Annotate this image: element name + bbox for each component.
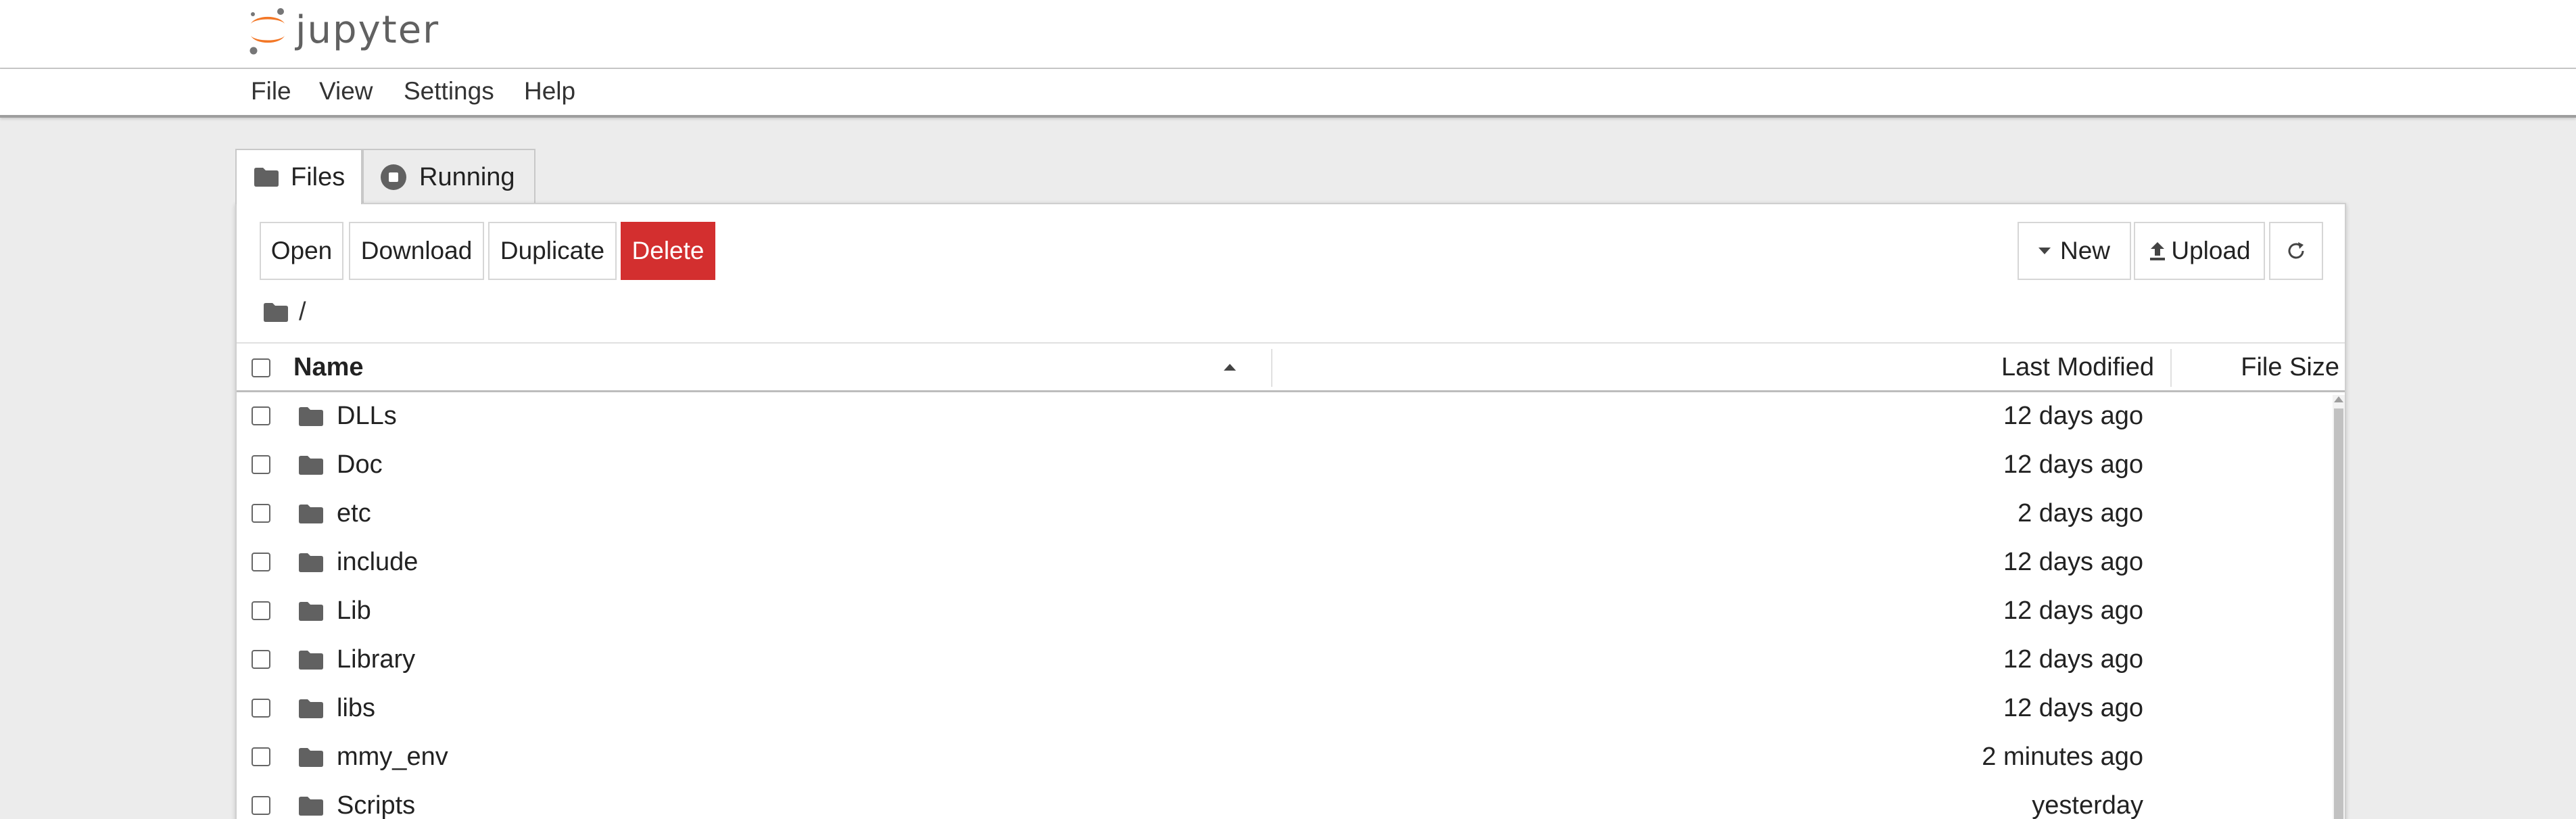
menu-help[interactable]: Help xyxy=(524,77,575,106)
menu-file[interactable]: File xyxy=(251,77,291,106)
column-modified-header[interactable]: Last Modified xyxy=(2001,353,2154,382)
column-divider[interactable] xyxy=(1271,349,1272,387)
table-row[interactable]: etc 2 days ago xyxy=(237,490,2333,538)
breadcrumb-path[interactable]: / xyxy=(299,298,306,327)
file-name[interactable]: DLLs xyxy=(337,402,397,431)
refresh-icon xyxy=(2285,240,2307,262)
refresh-button[interactable] xyxy=(2269,222,2323,280)
top-header: jupyter xyxy=(0,0,2576,69)
folder-icon xyxy=(299,407,323,429)
tab-files-label: Files xyxy=(291,162,345,191)
last-modified: 12 days ago xyxy=(2003,596,2143,625)
folder-icon xyxy=(299,797,323,819)
file-browser-panel: Open Download Duplicate Delete New Uploa… xyxy=(235,203,2346,819)
upload-button[interactable]: Upload xyxy=(2134,222,2265,280)
folder-icon xyxy=(299,456,323,478)
row-checkbox[interactable] xyxy=(252,455,270,474)
running-icon xyxy=(380,164,407,191)
file-name[interactable]: Lib xyxy=(337,596,371,626)
last-modified: 2 minutes ago xyxy=(1982,743,2143,771)
tab-running[interactable]: Running xyxy=(362,149,535,204)
table-row[interactable]: Scripts yesterday xyxy=(237,782,2333,819)
folder-icon xyxy=(299,651,323,673)
file-name[interactable]: libs xyxy=(337,694,375,723)
select-all-checkbox[interactable] xyxy=(252,358,270,377)
folder-icon xyxy=(299,505,323,527)
last-modified: 2 days ago xyxy=(2018,499,2143,528)
row-checkbox[interactable] xyxy=(252,650,270,669)
jupyter-logo[interactable]: jupyter xyxy=(247,3,439,57)
table-row[interactable]: Library 12 days ago xyxy=(237,636,2333,684)
row-checkbox[interactable] xyxy=(252,504,270,523)
jupyter-logo-text: jupyter xyxy=(295,7,440,52)
table-row[interactable]: Lib 12 days ago xyxy=(237,587,2333,636)
jupyter-logo-icon xyxy=(247,3,289,56)
breadcrumb[interactable]: / xyxy=(264,298,306,327)
scroll-up-icon[interactable] xyxy=(2334,396,2343,402)
column-divider[interactable] xyxy=(2170,349,2172,387)
delete-button[interactable]: Delete xyxy=(621,222,715,280)
duplicate-button[interactable]: Duplicate xyxy=(488,222,617,280)
row-checkbox[interactable] xyxy=(252,553,270,571)
folder-icon xyxy=(299,602,323,624)
menu-settings[interactable]: Settings xyxy=(404,77,494,106)
upload-icon xyxy=(2148,241,2167,261)
open-button[interactable]: Open xyxy=(260,222,343,280)
new-button[interactable]: New xyxy=(2018,222,2131,280)
file-name[interactable]: Scripts xyxy=(337,791,415,819)
last-modified: 12 days ago xyxy=(2003,402,2143,430)
last-modified: yesterday xyxy=(2032,791,2143,819)
last-modified: 12 days ago xyxy=(2003,694,2143,722)
row-checkbox[interactable] xyxy=(252,601,270,620)
last-modified: 12 days ago xyxy=(2003,645,2143,674)
scrollbar-thumb[interactable] xyxy=(2334,408,2343,819)
row-checkbox[interactable] xyxy=(252,796,270,815)
file-name[interactable]: Doc xyxy=(337,450,383,479)
menu-view[interactable]: View xyxy=(319,77,373,106)
caret-down-icon xyxy=(2038,248,2051,254)
row-checkbox[interactable] xyxy=(252,747,270,766)
last-modified: 12 days ago xyxy=(2003,450,2143,479)
download-button[interactable]: Download xyxy=(349,222,484,280)
file-name[interactable]: Library xyxy=(337,645,415,674)
table-row[interactable]: libs 12 days ago xyxy=(237,684,2333,733)
sort-ascending-icon xyxy=(1224,364,1236,371)
upload-button-label: Upload xyxy=(2171,237,2251,264)
row-checkbox[interactable] xyxy=(252,699,270,718)
tab-files[interactable]: Files xyxy=(235,149,362,204)
file-name[interactable]: include xyxy=(337,548,418,577)
folder-icon xyxy=(264,302,288,322)
new-button-label: New xyxy=(2059,237,2111,264)
row-checkbox[interactable] xyxy=(252,406,270,425)
menu-bar: File View Settings Help xyxy=(0,69,2576,118)
folder-icon xyxy=(299,748,323,770)
file-name[interactable]: etc xyxy=(337,499,371,528)
folder-icon xyxy=(299,699,323,722)
folder-icon xyxy=(299,553,323,576)
table-row[interactable]: Doc 12 days ago xyxy=(237,441,2333,490)
folder-icon xyxy=(254,168,279,187)
table-row[interactable]: DLLs 12 days ago xyxy=(237,392,2333,441)
table-row[interactable]: include 12 days ago xyxy=(237,538,2333,587)
tab-running-label: Running xyxy=(419,162,515,191)
column-size-header[interactable]: File Size xyxy=(2241,353,2339,382)
file-name[interactable]: mmy_env xyxy=(337,743,448,772)
table-header: Name Last Modified File Size xyxy=(237,342,2345,392)
table-row[interactable]: mmy_env 2 minutes ago xyxy=(237,733,2333,782)
last-modified: 12 days ago xyxy=(2003,548,2143,576)
column-name-header[interactable]: Name xyxy=(293,353,364,382)
